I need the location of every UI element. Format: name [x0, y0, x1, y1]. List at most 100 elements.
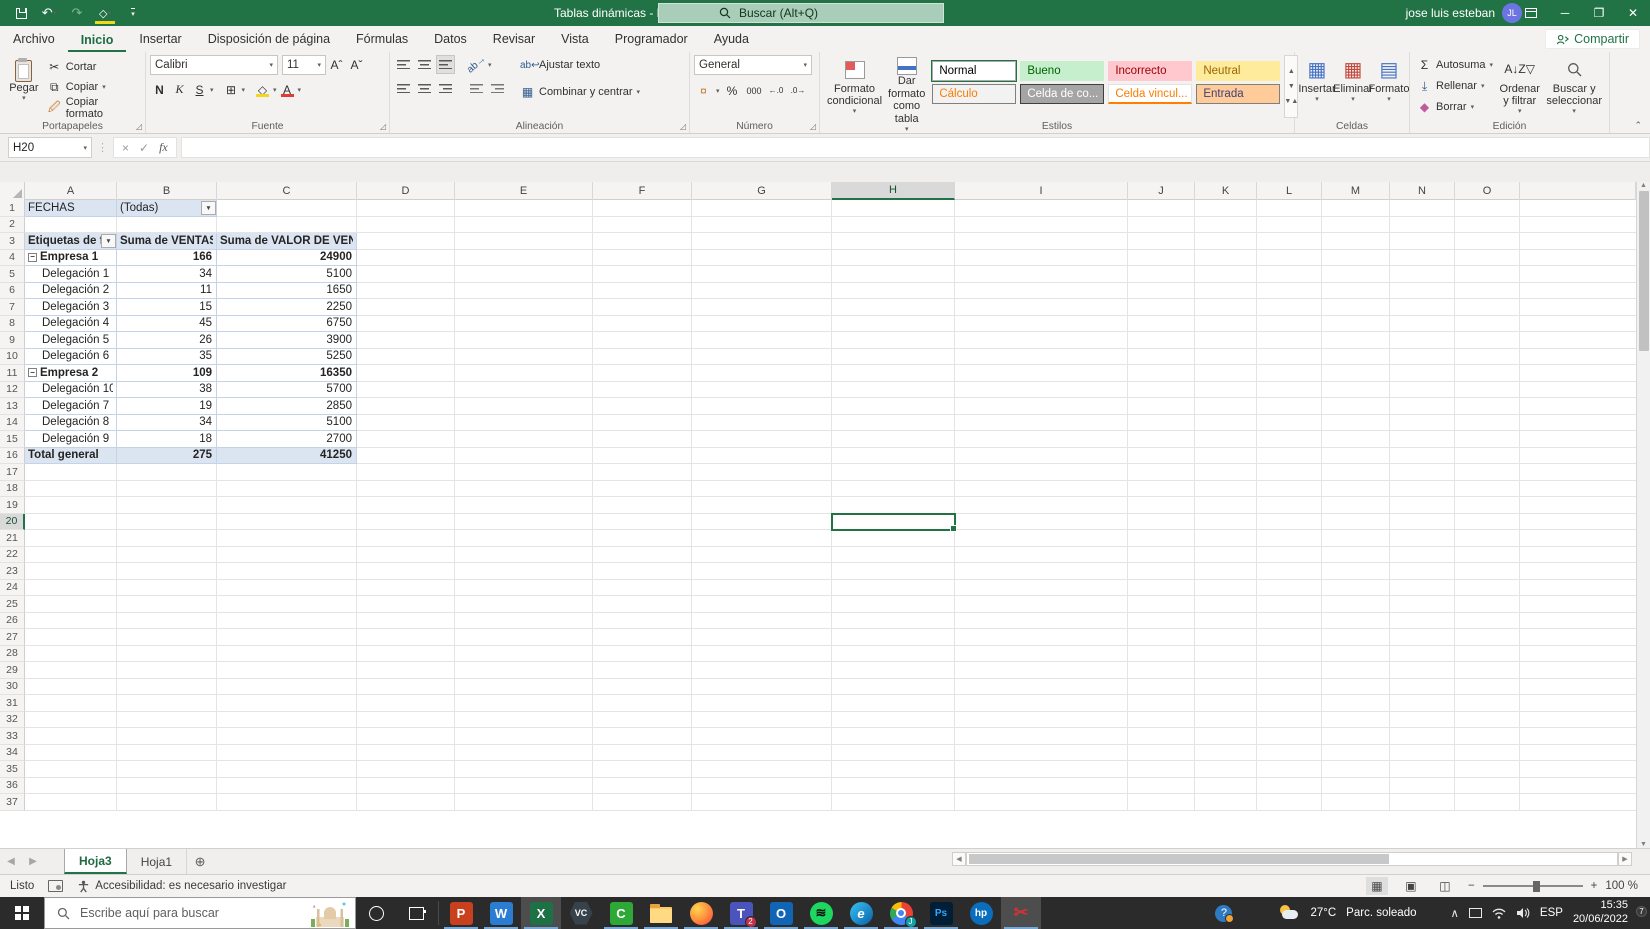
fill-color-button[interactable]: ◇	[253, 80, 272, 99]
cell-D5[interactable]	[357, 266, 455, 283]
cell-D27[interactable]	[357, 629, 455, 646]
cell-O13[interactable]	[1455, 398, 1520, 415]
row-header-11[interactable]: 11	[0, 365, 25, 382]
cell-B8[interactable]: 45	[117, 315, 217, 332]
cell-H26[interactable]	[832, 612, 955, 629]
row-header-20[interactable]: 20	[0, 513, 25, 530]
cell-L9[interactable]	[1257, 332, 1322, 349]
row-header-22[interactable]: 22	[0, 546, 25, 563]
cell-F24[interactable]	[593, 579, 692, 596]
cell-M24[interactable]	[1322, 579, 1390, 596]
cell-F11[interactable]	[593, 365, 692, 382]
cell-D6[interactable]	[357, 282, 455, 299]
cell-I17[interactable]	[955, 464, 1128, 481]
cell-E19[interactable]	[455, 497, 593, 514]
cell-E29[interactable]	[455, 662, 593, 679]
cell-F37[interactable]	[593, 794, 692, 811]
cell-H28[interactable]	[832, 645, 955, 662]
cell-C26[interactable]	[217, 612, 357, 629]
cell-G27[interactable]	[692, 629, 832, 646]
cell-A32[interactable]	[25, 711, 117, 728]
cell-G34[interactable]	[692, 744, 832, 761]
cell-C19[interactable]	[217, 497, 357, 514]
cell-C9[interactable]: 3900	[217, 332, 357, 349]
cell-K15[interactable]	[1195, 431, 1257, 448]
cell-C10[interactable]: 5250	[217, 348, 357, 365]
cell-O28[interactable]	[1455, 645, 1520, 662]
row-header-35[interactable]: 35	[0, 761, 25, 778]
tab-ayuda[interactable]: Ayuda	[701, 27, 762, 52]
cell-J26[interactable]	[1128, 612, 1195, 629]
cell-E13[interactable]	[455, 398, 593, 415]
cell-M36[interactable]	[1322, 777, 1390, 794]
cell-F10[interactable]	[593, 348, 692, 365]
cell-N16[interactable]	[1390, 447, 1455, 464]
weather-desc[interactable]: Parc. soleado	[1346, 907, 1416, 919]
cell-D24[interactable]	[357, 579, 455, 596]
column-header-C[interactable]: C	[217, 182, 357, 200]
cell-E28[interactable]	[455, 645, 593, 662]
cell-A5[interactable]: Delegación 1	[25, 266, 117, 283]
cell-O6[interactable]	[1455, 282, 1520, 299]
cell-O19[interactable]	[1455, 497, 1520, 514]
cell-L27[interactable]	[1257, 629, 1322, 646]
cell-H16[interactable]	[832, 447, 955, 464]
cell-O9[interactable]	[1455, 332, 1520, 349]
cell-B3[interactable]: Suma de VENTAS	[117, 233, 217, 250]
cell-L29[interactable]	[1257, 662, 1322, 679]
italic-button[interactable]: K	[170, 80, 189, 99]
cell-A18[interactable]	[25, 480, 117, 497]
cell-K20[interactable]	[1195, 513, 1257, 530]
cell-L34[interactable]	[1257, 744, 1322, 761]
cell-O18[interactable]	[1455, 480, 1520, 497]
cell-M8[interactable]	[1322, 315, 1390, 332]
cell-N33[interactable]	[1390, 728, 1455, 745]
cell-G19[interactable]	[692, 497, 832, 514]
cell-A4[interactable]: − Empresa 1	[25, 249, 117, 266]
cell-G10[interactable]	[692, 348, 832, 365]
cell-J3[interactable]	[1128, 233, 1195, 250]
cell-L18[interactable]	[1257, 480, 1322, 497]
cell-E35[interactable]	[455, 761, 593, 778]
cell-H13[interactable]	[832, 398, 955, 415]
tab-inicio[interactable]: Inicio	[67, 28, 127, 52]
cell-L28[interactable]	[1257, 645, 1322, 662]
cell-K25[interactable]	[1195, 596, 1257, 613]
cell-J16[interactable]	[1128, 447, 1195, 464]
cell-L22[interactable]	[1257, 546, 1322, 563]
autosum-button[interactable]: Σ Autosuma ▾	[1414, 55, 1496, 75]
cell-B4[interactable]: 166	[117, 249, 217, 266]
cell-L24[interactable]	[1257, 579, 1322, 596]
cell-J4[interactable]	[1128, 249, 1195, 266]
cell-D2[interactable]	[357, 216, 455, 233]
cell-O33[interactable]	[1455, 728, 1520, 745]
weather-temp[interactable]: 27°C	[1310, 907, 1336, 919]
conditional-formatting-button[interactable]: Formato condicional ▾	[824, 55, 885, 118]
cell-I24[interactable]	[955, 579, 1128, 596]
cell-H1[interactable]	[832, 200, 955, 217]
cell-G3[interactable]	[692, 233, 832, 250]
cell-H33[interactable]	[832, 728, 955, 745]
cell-L35[interactable]	[1257, 761, 1322, 778]
cell-H25[interactable]	[832, 596, 955, 613]
normal-view-button[interactable]: ▦	[1365, 877, 1388, 895]
row-header-21[interactable]: 21	[0, 530, 25, 547]
macro-record-icon[interactable]	[48, 880, 64, 892]
cancel-formula-icon[interactable]: ×	[122, 141, 129, 155]
cell-A29[interactable]	[25, 662, 117, 679]
cell-H19[interactable]	[832, 497, 955, 514]
row-header-24[interactable]: 24	[0, 579, 25, 596]
cell-L31[interactable]	[1257, 695, 1322, 712]
cell-F2[interactable]	[593, 216, 692, 233]
cell-O36[interactable]	[1455, 777, 1520, 794]
cell-N37[interactable]	[1390, 794, 1455, 811]
cell-I20[interactable]	[955, 513, 1128, 530]
cell-C23[interactable]	[217, 563, 357, 580]
cell-F13[interactable]	[593, 398, 692, 415]
cell-D21[interactable]	[357, 530, 455, 547]
cell-G5[interactable]	[692, 266, 832, 283]
sort-filter-button[interactable]: A↓Z▽ Ordenar y filtrar ▾	[1496, 55, 1543, 118]
cell-A6[interactable]: Delegación 2	[25, 282, 117, 299]
cell-G14[interactable]	[692, 414, 832, 431]
cell-F21[interactable]	[593, 530, 692, 547]
